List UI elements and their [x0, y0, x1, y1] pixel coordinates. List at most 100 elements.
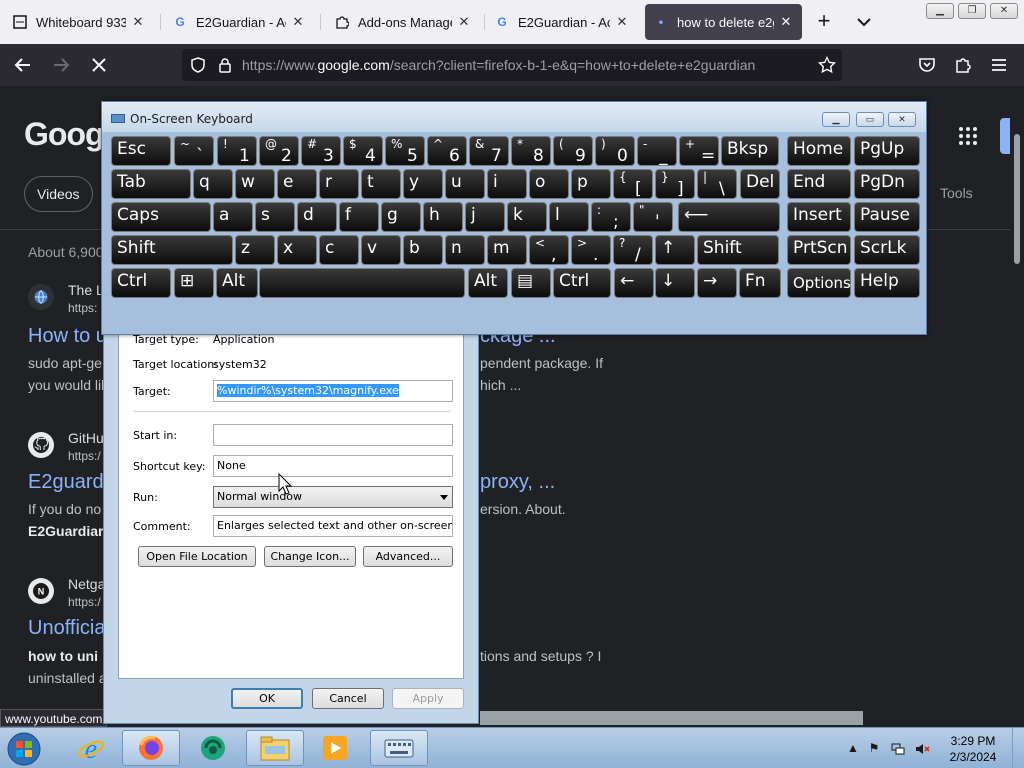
lock-icon[interactable] [218, 57, 232, 73]
key-rshift[interactable]: Shift [697, 235, 779, 265]
horizontal-scroll-thumb[interactable] [480, 711, 863, 725]
close-icon[interactable]: ✕ [130, 14, 146, 30]
key-down[interactable]: ↓ [655, 268, 695, 298]
target-field[interactable]: %windir%\system32\magnify.exe [213, 380, 453, 402]
key-enter[interactable]: ⟵ [678, 202, 780, 232]
bookmark-star-icon[interactable] [818, 56, 836, 74]
result-title-tail[interactable]: proxy, ... [480, 471, 555, 494]
key-right[interactable]: → [697, 268, 737, 298]
key-help[interactable]: Help [854, 268, 920, 298]
show-hidden-icons-button[interactable]: ▲ [845, 741, 861, 757]
key-lshift[interactable]: Shift [111, 235, 233, 265]
key-lbracket[interactable]: {[ [613, 169, 653, 199]
network-icon[interactable] [890, 741, 906, 757]
key-h[interactable]: h [423, 202, 463, 232]
key-n[interactable]: n [445, 235, 485, 265]
key-win[interactable]: ⊞ [174, 268, 214, 298]
key-f[interactable]: f [339, 202, 379, 232]
key-0[interactable]: ) 0 [595, 136, 635, 166]
start-in-field[interactable] [213, 424, 453, 446]
tab-how-to-delete[interactable]: • how to delete e2guardian ✕ [645, 4, 802, 40]
key-quote[interactable]: " ' [633, 202, 673, 232]
key-y[interactable]: y [403, 169, 443, 199]
key-insert[interactable]: Insert [787, 202, 851, 232]
key-s[interactable]: s [255, 202, 295, 232]
shield-icon[interactable] [190, 57, 206, 73]
taskbar-media-player[interactable] [306, 730, 364, 766]
close-window-button[interactable]: ✕ [990, 3, 1018, 19]
url-bar[interactable]: https://www.google.com/search?client=fir… [182, 49, 842, 81]
key-del[interactable]: Del [740, 169, 780, 199]
osk-minimize-button[interactable]: ▁ [822, 112, 850, 127]
key-9[interactable]: (9 [553, 136, 593, 166]
result-title[interactable]: How to u [28, 325, 107, 348]
key-period[interactable]: >. [571, 235, 611, 265]
key-1[interactable]: ! 1 [217, 136, 257, 166]
osk-maximize-button[interactable]: ▭ [856, 112, 884, 127]
key-b[interactable]: b [403, 235, 443, 265]
taskbar-firefox[interactable] [122, 730, 180, 766]
google-apps-icon[interactable] [958, 126, 978, 146]
key-bksp[interactable]: Bksp [721, 136, 779, 166]
cancel-button[interactable]: Cancel [312, 688, 384, 709]
change-icon-button[interactable]: Change Icon... [264, 546, 356, 567]
chip-videos[interactable]: Videos [24, 176, 93, 212]
key-up[interactable]: ↑ [655, 235, 695, 265]
key-semicolon[interactable]: :; [591, 202, 631, 232]
key-pgdn[interactable]: PgDn [854, 169, 920, 199]
comment-field[interactable]: Enlarges selected text and other on-scre… [213, 515, 453, 537]
key-v[interactable]: v [361, 235, 401, 265]
key-caps[interactable]: Caps [111, 202, 211, 232]
stop-loading-button[interactable] [86, 52, 112, 78]
key-backtick[interactable]: ~ ` [174, 136, 214, 166]
url-text[interactable]: https://www.google.com/search?client=fir… [242, 57, 755, 73]
close-icon[interactable]: ✕ [290, 14, 306, 30]
key-space[interactable] [259, 268, 465, 298]
key-l[interactable]: l [549, 202, 589, 232]
pocket-button[interactable] [914, 52, 940, 78]
key-home[interactable]: Home [787, 136, 851, 166]
key-u[interactable]: u [445, 169, 485, 199]
key-e[interactable]: e [277, 169, 317, 199]
key-z[interactable]: z [235, 235, 275, 265]
tab-e2guardian-2[interactable]: G E2Guardian - Access Denied ✕ [486, 4, 638, 40]
minimize-window-button[interactable]: ▁ [926, 3, 954, 19]
taskbar-app[interactable] [184, 730, 242, 766]
key-j[interactable]: j [465, 202, 505, 232]
key-backslash[interactable]: | \ [697, 169, 737, 199]
key-rbracket[interactable]: }] [655, 169, 695, 199]
key-c[interactable]: c [319, 235, 359, 265]
key-q[interactable]: q [193, 169, 233, 199]
key-8[interactable]: * 8 [511, 136, 551, 166]
tab-list-button[interactable] [854, 12, 874, 32]
key-slash[interactable]: ? / [613, 235, 653, 265]
close-icon[interactable]: ✕ [778, 14, 794, 30]
key-a[interactable]: a [213, 202, 253, 232]
key-2[interactable]: @2 [259, 136, 299, 166]
tab-addons-manager[interactable]: Add-ons Manager ✕ [326, 4, 480, 40]
back-button[interactable] [10, 52, 36, 78]
key-x[interactable]: x [277, 235, 317, 265]
tools-button[interactable]: Tools [940, 185, 973, 201]
key-m[interactable]: m [487, 235, 527, 265]
result-title[interactable]: Unofficia [28, 617, 105, 640]
volume-muted-icon[interactable] [914, 741, 930, 757]
extensions-button[interactable] [950, 52, 976, 78]
key-pause[interactable]: Pause [854, 202, 920, 232]
advanced-button[interactable]: Advanced... [363, 546, 453, 567]
run-select[interactable]: Normal window [213, 486, 453, 508]
key-tab[interactable]: Tab [111, 169, 191, 199]
key-7[interactable]: & 7 [469, 136, 509, 166]
google-logo[interactable]: Googl [24, 116, 112, 153]
apply-button[interactable]: Apply [392, 688, 464, 709]
show-desktop-button[interactable] [1012, 728, 1024, 768]
taskbar-file-explorer[interactable] [246, 730, 304, 766]
key-minus[interactable]: - _ [637, 136, 677, 166]
app-menu-button[interactable] [986, 52, 1012, 78]
close-icon[interactable]: ✕ [614, 14, 630, 30]
key-comma[interactable]: <, [529, 235, 569, 265]
action-center-flag-icon[interactable]: ⚑ [866, 741, 882, 757]
page-scroll-thumb[interactable] [1014, 134, 1020, 264]
key-t[interactable]: t [361, 169, 401, 199]
key-equals[interactable]: + = [679, 136, 719, 166]
